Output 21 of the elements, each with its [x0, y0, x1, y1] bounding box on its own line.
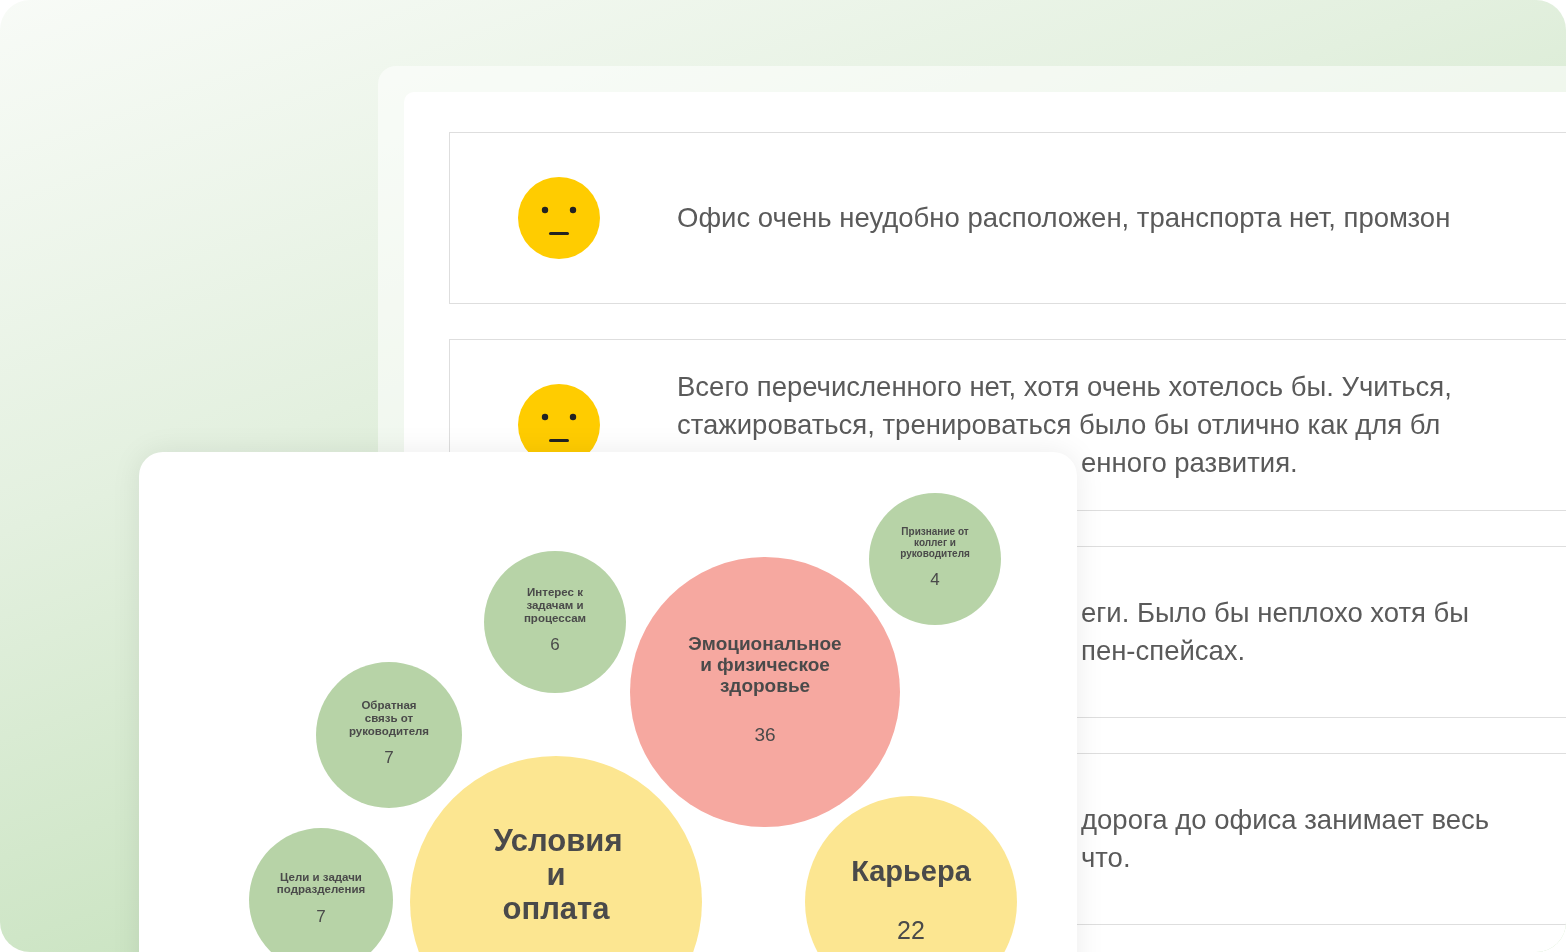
comment-text: еги. Было бы неплохо хотя бы [1081, 596, 1470, 630]
bubble-count: 36 [754, 723, 776, 748]
bubble-count: 7 [316, 905, 326, 928]
bubble-count: 4 [930, 568, 940, 591]
bubble-label: Условия и оплата [493, 824, 619, 927]
bubble-label: Признание от коллег и руководителя [899, 525, 971, 559]
bubble-count: 6 [550, 634, 560, 657]
bubble-label: Интерес к задачам и процессам [522, 586, 588, 625]
comment-text: пен-спейсах. [1081, 634, 1247, 668]
bubble-count: 7 [384, 747, 394, 770]
bubble-label: Обратная связь от руководителя [347, 699, 431, 738]
comment-text: что. [1081, 841, 1132, 875]
comment-text: дорога до офиса занимает весь [1081, 803, 1490, 837]
comment-text: Офис очень неудобно расположен, транспорта нет, промзон [677, 201, 1451, 235]
bubble-label: Эмоциональное и физическое здоровье [687, 634, 843, 698]
comment-text: Всего перечисленного нет, хотя очень хотелось бы. Учиться, [677, 370, 1452, 404]
comment-text: стажироваться, тренироваться было бы отлично как для бл [677, 408, 1442, 442]
bubble-label: Цели и задачи подразделения [275, 870, 367, 896]
bubble-label: Карьера [851, 856, 971, 888]
bubble-count: 22 [897, 914, 925, 946]
comment-text: енного развития. [1081, 446, 1299, 480]
